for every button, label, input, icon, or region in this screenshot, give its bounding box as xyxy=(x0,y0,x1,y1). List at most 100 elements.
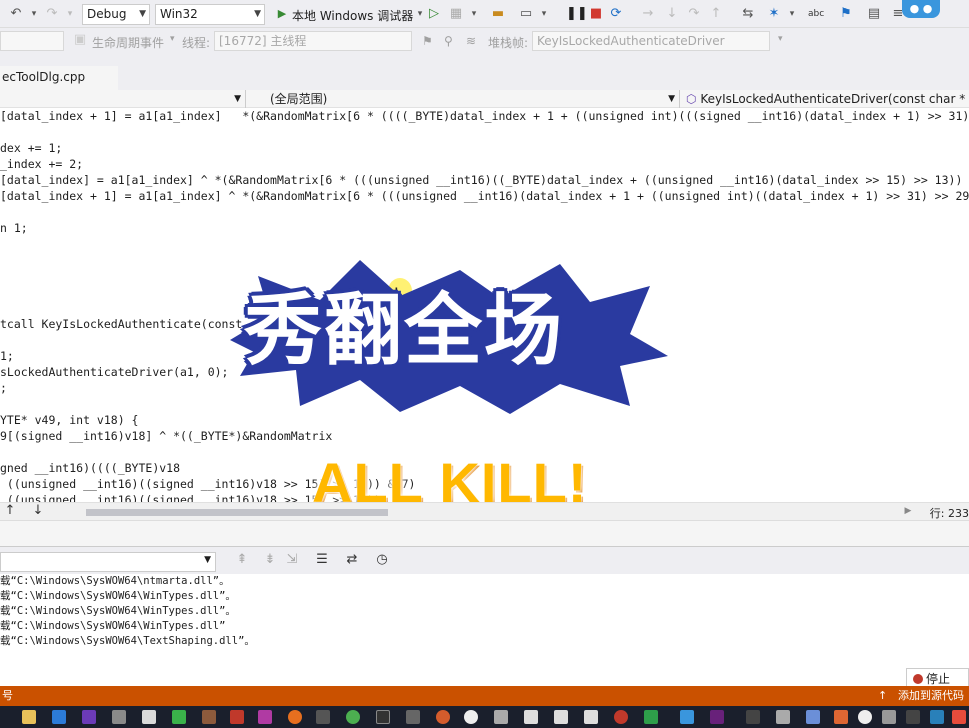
find-next-icon[interactable]: ⇟ xyxy=(262,552,278,568)
app-icon[interactable] xyxy=(464,710,478,724)
overlay-subtitle: ALL KILL! xyxy=(312,451,588,502)
output-line: 载“C:\Windows\SysWOW64\WinTypes.dll”。 xyxy=(0,590,236,602)
redo-dropdown-icon[interactable]: ▾ xyxy=(62,6,78,22)
add-to-source-control-button[interactable]: 添加到源代码 xyxy=(898,686,964,706)
flag-icon[interactable]: ⚑ xyxy=(422,34,433,48)
panel-splitter[interactable] xyxy=(0,520,969,546)
timestamp-icon[interactable]: ◷ xyxy=(374,552,390,568)
thread-combo[interactable]: [16772] 主线程 xyxy=(214,31,412,51)
account-badge[interactable]: ● ● xyxy=(902,0,940,18)
app-icon[interactable] xyxy=(494,710,508,724)
exceptions-dropdown-icon[interactable]: ▾ xyxy=(784,6,800,22)
process-combo[interactable] xyxy=(0,31,64,51)
run-debugger-button[interactable]: 本地 Windows 调试器 xyxy=(292,7,413,24)
firefox-icon[interactable] xyxy=(288,710,302,724)
tab-ectooldlg-cpp[interactable]: ecToolDlg.cpp xyxy=(0,66,118,90)
app-icon[interactable] xyxy=(258,710,272,724)
app-icon[interactable] xyxy=(202,710,216,724)
restart-icon[interactable]: ⟳ xyxy=(608,6,624,22)
output-line: 载“C:\Windows\SysWOW64\WinTypes.dll”。 xyxy=(0,605,236,617)
app-icon[interactable] xyxy=(834,710,848,724)
app-icon[interactable] xyxy=(82,710,96,724)
config-value: Debug xyxy=(87,7,127,21)
find-previous-icon[interactable]: ⇞ xyxy=(234,552,250,568)
step-into-icon[interactable]: ↓ xyxy=(664,6,680,22)
vscode-icon[interactable] xyxy=(52,710,66,724)
code-line: 9[(signed __int16)v18] ^ *((_BYTE*)&Rand… xyxy=(0,429,333,443)
folder-icon[interactable]: ▬ xyxy=(490,6,506,22)
find-current-icon[interactable]: ⇲ xyxy=(284,552,300,568)
undo-icon[interactable]: ↶ xyxy=(8,6,24,22)
app-icon[interactable] xyxy=(930,710,944,724)
window-layout-icon[interactable]: ▭ xyxy=(518,6,534,22)
bookmark-icon[interactable]: ⚑ xyxy=(838,6,854,22)
word-wrap-icon[interactable]: ⇄ xyxy=(344,552,360,568)
lifecycle-dropdown-icon[interactable]: ▾ xyxy=(170,34,175,44)
app-icon[interactable] xyxy=(680,710,694,724)
code-line: _index += 2; xyxy=(0,157,84,171)
pause-icon[interactable]: ❚❚ xyxy=(566,6,588,22)
scope-combo[interactable]: (全局范围) ▼ xyxy=(252,90,680,108)
app-icon[interactable] xyxy=(436,710,450,724)
app-icon[interactable] xyxy=(614,710,628,724)
attach-icon[interactable]: ▦ xyxy=(448,6,464,22)
app-icon[interactable] xyxy=(406,710,420,724)
spell-check-icon[interactable]: abc xyxy=(808,6,824,22)
stackframe-combo[interactable]: KeyIsLockedAuthenticateDriver xyxy=(532,31,770,51)
thread-icon[interactable]: ≋ xyxy=(466,34,476,48)
app-icon[interactable] xyxy=(112,710,126,724)
scroll-right-icon[interactable]: ▶ xyxy=(900,503,916,519)
arrow-up-icon[interactable]: ↑ xyxy=(2,503,18,519)
terminal-icon[interactable] xyxy=(376,710,390,724)
filter-icon[interactable]: ⚲ xyxy=(444,34,453,48)
clear-all-icon[interactable]: ☰ xyxy=(314,552,330,568)
editor-scroll-row: ↑ ↓ ▶ 行: 233 xyxy=(0,502,969,520)
undo-dropdown-icon[interactable]: ▾ xyxy=(26,6,42,22)
app-icon[interactable] xyxy=(776,710,790,724)
step-over-icon[interactable]: ↷ xyxy=(686,6,702,22)
horizontal-scrollbar[interactable] xyxy=(86,509,388,516)
7zip-icon[interactable] xyxy=(524,710,538,724)
exceptions-icon[interactable]: ✶ xyxy=(766,6,782,22)
app-icon[interactable] xyxy=(906,710,920,724)
app-icon[interactable] xyxy=(316,710,330,724)
app-icon[interactable] xyxy=(644,710,658,724)
code-line: [datal_index + 1] = a1[a1_index] ^ *(&Ra… xyxy=(0,189,969,203)
project-combo[interactable]: ▼ xyxy=(0,90,246,108)
chevron-down-icon: ▼ xyxy=(254,9,261,19)
arrow-down-icon[interactable]: ↓ xyxy=(30,503,46,519)
app-icon[interactable] xyxy=(858,710,872,724)
app-icon[interactable] xyxy=(952,710,966,724)
lifecycle-events-button[interactable]: 生命周期事件 xyxy=(92,34,164,51)
app-icon[interactable] xyxy=(230,710,244,724)
step-out-icon[interactable]: ↑ xyxy=(708,6,724,22)
play-icon[interactable]: ▶ xyxy=(274,6,290,22)
code-editor[interactable]: [datal_index + 1] = a1[a1_index] *(&Rand… xyxy=(0,108,969,502)
comment-icon[interactable]: ▤ xyxy=(866,6,882,22)
app-icon[interactable] xyxy=(142,710,156,724)
platform-combo[interactable]: Win32 ▼ xyxy=(155,4,265,25)
config-combo[interactable]: Debug ▼ xyxy=(82,4,150,25)
file-explorer-icon[interactable] xyxy=(22,710,36,724)
member-combo[interactable]: ⬡ KeyIsLockedAuthenticateDriver(const ch… xyxy=(684,90,969,124)
7zip-icon[interactable] xyxy=(554,710,568,724)
visual-studio-icon[interactable] xyxy=(710,710,724,724)
code-line: ; xyxy=(0,381,7,395)
stackframe-value: KeyIsLockedAuthenticateDriver xyxy=(537,34,725,48)
app-icon[interactable] xyxy=(882,710,896,724)
output-pane[interactable]: 载“C:\Windows\SysWOW64\ntmarta.dll”。 载“C:\… xyxy=(0,574,969,686)
chrome-icon[interactable] xyxy=(346,710,360,724)
h-app-icon[interactable] xyxy=(172,710,186,724)
redo-icon[interactable]: ↷ xyxy=(44,6,60,22)
output-source-combo[interactable]: ▼ xyxy=(0,552,216,572)
hex-display-icon[interactable]: ⇆ xyxy=(740,6,756,22)
stop-icon[interactable]: ■ xyxy=(588,6,604,22)
layout-dropdown-icon[interactable]: ▾ xyxy=(536,6,552,22)
7zip-icon[interactable] xyxy=(584,710,598,724)
show-next-statement-icon[interactable]: → xyxy=(640,6,656,22)
start-without-debug-icon[interactable]: ▷ xyxy=(426,6,442,22)
attach-dropdown-icon[interactable]: ▾ xyxy=(466,6,482,22)
app-icon[interactable] xyxy=(806,710,820,724)
app-icon[interactable] xyxy=(746,710,760,724)
toolbar-overflow-icon[interactable]: ▾ xyxy=(778,34,783,44)
